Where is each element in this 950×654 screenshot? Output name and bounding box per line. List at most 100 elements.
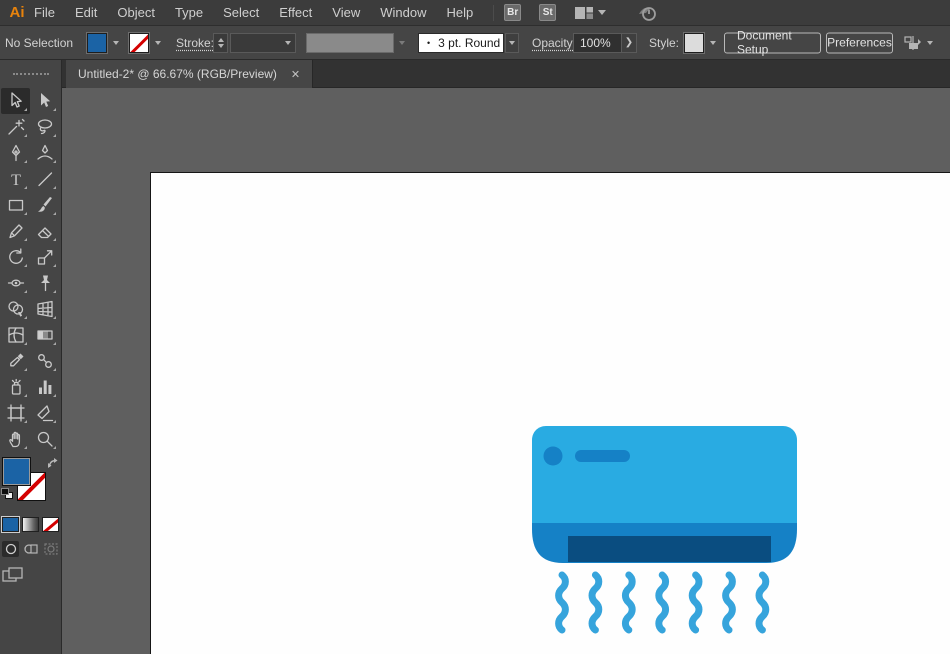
- magic-wand-tool[interactable]: [1, 114, 30, 140]
- default-fill-stroke-icon[interactable]: [1, 488, 14, 499]
- chevron-down-icon: [710, 40, 716, 45]
- symbol-sprayer-tool[interactable]: [1, 374, 30, 400]
- ac-body-shape[interactable]: [532, 426, 797, 523]
- draw-normal-button[interactable]: [2, 541, 20, 557]
- tools-panel: T: [0, 88, 62, 654]
- menu-view[interactable]: View: [332, 5, 360, 20]
- artboard-canvas[interactable]: [150, 172, 950, 654]
- menu-effect[interactable]: Effect: [279, 5, 312, 20]
- curvature-tool[interactable]: [30, 140, 59, 166]
- menu-help[interactable]: Help: [446, 5, 473, 20]
- stroke-weight-stepper[interactable]: [213, 32, 228, 53]
- step-down-icon: [217, 43, 224, 48]
- stroke-panel-link[interactable]: Stroke:: [176, 36, 214, 50]
- slice-tool[interactable]: [30, 400, 59, 426]
- scale-tool[interactable]: [30, 244, 59, 270]
- zoom-tool[interactable]: [30, 426, 59, 452]
- menu-select[interactable]: Select: [223, 5, 259, 20]
- gpu-performance-icon: [639, 6, 657, 21]
- ac-wave-line[interactable]: [655, 571, 670, 634]
- ac-logo-bar[interactable]: [575, 450, 630, 462]
- shape-builder-tool[interactable]: [1, 296, 30, 322]
- column-graph-tool[interactable]: [30, 374, 59, 400]
- ac-airflow-waves[interactable]: [555, 571, 770, 634]
- ac-indicator-light[interactable]: [543, 446, 563, 466]
- hand-tool[interactable]: [1, 426, 30, 452]
- opacity-expand-button[interactable]: ❯: [621, 32, 637, 53]
- menu-bar: Ai File Edit Object Type Select Effect View Win…: [0, 0, 950, 26]
- opacity-input[interactable]: 100%: [573, 32, 622, 53]
- ac-wave-line[interactable]: [555, 571, 569, 634]
- fill-color-dropdown[interactable]: [109, 33, 123, 53]
- control-bar: No Selection Stroke: • 3 pt. Round Opaci…: [0, 26, 950, 60]
- rectangle-tool[interactable]: [1, 192, 30, 218]
- draw-behind-button[interactable]: [22, 541, 39, 557]
- perspective-grid-tool[interactable]: [30, 296, 59, 322]
- draw-inside-button[interactable]: [43, 541, 60, 557]
- chevron-down-icon: [399, 40, 405, 45]
- toolbar-panel-header[interactable]: [0, 60, 62, 88]
- pencil-tool[interactable]: [1, 218, 30, 244]
- ac-wave-line[interactable]: [688, 571, 703, 634]
- paintbrush-tool[interactable]: [30, 192, 59, 218]
- preferences-button[interactable]: Preferences: [826, 32, 893, 53]
- width-tool[interactable]: [1, 270, 30, 296]
- width-profile-chevron: [395, 33, 409, 53]
- swap-fill-stroke-icon[interactable]: [47, 457, 60, 470]
- opacity-panel-link[interactable]: Opacity:: [532, 36, 576, 50]
- fill-color-swatch[interactable]: [87, 32, 107, 53]
- stroke-color-dropdown[interactable]: [151, 33, 165, 53]
- menu-type[interactable]: Type: [175, 5, 203, 20]
- close-icon[interactable]: ✕: [291, 68, 300, 81]
- lasso-tool[interactable]: [30, 114, 59, 140]
- stroke-weight-dropdown[interactable]: [230, 32, 296, 53]
- none-mode-button[interactable]: [42, 517, 59, 532]
- tool-grid: T: [1, 88, 61, 452]
- mesh-tool[interactable]: [1, 322, 30, 348]
- menu-window[interactable]: Window: [380, 5, 426, 20]
- brush-definition-chevron[interactable]: [505, 32, 519, 53]
- document-tab[interactable]: Untitled-2* @ 66.67% (RGB/Preview) ✕: [66, 60, 314, 88]
- menu-edit[interactable]: Edit: [75, 5, 97, 20]
- menu-object[interactable]: Object: [117, 5, 155, 20]
- illustrator-logo: Ai: [9, 4, 25, 21]
- rotate-tool[interactable]: [1, 244, 30, 270]
- workspace-switcher[interactable]: [574, 6, 607, 20]
- graphic-style-swatch[interactable]: [684, 32, 704, 53]
- ac-wave-line[interactable]: [621, 571, 636, 634]
- pen-tool[interactable]: [1, 140, 30, 166]
- eraser-tool[interactable]: [30, 218, 59, 244]
- align-options-button[interactable]: [903, 35, 933, 51]
- type-tool[interactable]: T: [1, 166, 30, 192]
- ac-wave-line[interactable]: [755, 571, 770, 634]
- stock-button[interactable]: St: [539, 4, 557, 21]
- puppet-warp-tool[interactable]: [30, 270, 59, 296]
- canvas-pasteboard: [62, 88, 950, 654]
- fill-color-proxy[interactable]: [2, 457, 31, 486]
- bridge-button[interactable]: Br: [504, 4, 522, 21]
- gpu-performance-button[interactable]: [636, 4, 658, 22]
- eyedropper-tool[interactable]: [1, 348, 30, 374]
- stroke-color-swatch[interactable]: [129, 32, 149, 53]
- selection-tool[interactable]: [1, 88, 30, 114]
- line-segment-tool[interactable]: [30, 166, 59, 192]
- ac-wave-line[interactable]: [588, 571, 603, 634]
- direct-selection-tool[interactable]: [30, 88, 59, 114]
- menu-file[interactable]: File: [34, 5, 55, 20]
- blend-tool[interactable]: [30, 348, 59, 374]
- screen-mode-button[interactable]: [2, 567, 24, 587]
- air-conditioner-artwork[interactable]: [529, 423, 801, 638]
- document-tab-bar: Untitled-2* @ 66.67% (RGB/Preview) ✕: [0, 60, 950, 88]
- gradient-mode-button[interactable]: [22, 517, 39, 532]
- selection-status: No Selection: [5, 35, 74, 50]
- color-mode-button[interactable]: [2, 517, 19, 532]
- ac-wave-line[interactable]: [722, 571, 736, 634]
- brush-definition-dropdown[interactable]: • 3 pt. Round: [418, 32, 504, 53]
- menubar-divider: [493, 4, 495, 21]
- step-up-icon: [217, 37, 224, 42]
- document-setup-button[interactable]: Document Setup: [724, 29, 821, 57]
- graphic-style-dropdown[interactable]: [706, 33, 720, 53]
- artboard-tool[interactable]: [1, 400, 30, 426]
- ac-vent-shape[interactable]: [568, 536, 771, 562]
- gradient-tool[interactable]: [30, 322, 59, 348]
